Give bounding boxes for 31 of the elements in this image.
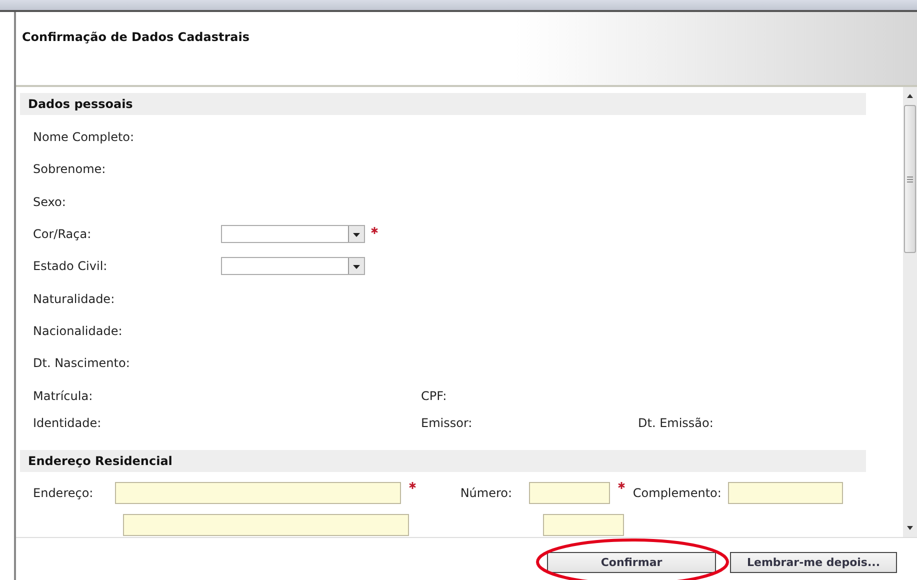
field-label: CPF: (421, 388, 448, 403)
field-label: Dt. Emissão: (638, 416, 714, 430)
field-label: Endereço: (33, 486, 94, 500)
section-title: Endereço Residencial (28, 454, 172, 468)
field-label: Dt. Nascimento: (33, 356, 131, 370)
scrollbar[interactable] (903, 87, 917, 537)
field-label: Matrícula: (33, 388, 94, 403)
field-label: Complemento: (632, 486, 722, 500)
scrollbar-thumb[interactable] (904, 105, 916, 253)
text-field[interactable] (543, 514, 624, 536)
dialog-title: Confirmação de Dados Cadastrais (22, 30, 250, 44)
field-label: Estado Civil: (33, 259, 108, 274)
field-label: Emissor: (421, 416, 474, 430)
field-label: Naturalidade: (33, 292, 116, 306)
field-label: Nacionalidade: (33, 324, 124, 338)
dropdown[interactable] (221, 257, 365, 276)
text-field[interactable] (728, 482, 844, 504)
field-label: Cor/Raça: (33, 227, 92, 242)
grip-icon (907, 176, 913, 182)
text-field[interactable] (123, 514, 409, 536)
dialog-button[interactable]: Confirmar (547, 552, 716, 572)
field-label: Sexo: (33, 194, 67, 209)
field-label: Identidade: (33, 416, 102, 430)
text-field[interactable] (528, 482, 610, 504)
text-field[interactable] (115, 482, 402, 504)
dropdown[interactable] (221, 225, 365, 244)
field-label: Número: (460, 486, 514, 500)
dialog-button[interactable]: Lembrar-me depois... (730, 552, 897, 572)
field-label: Sobrenome: (33, 162, 107, 176)
section-title: Dados pessoais (28, 97, 133, 111)
field-label: Nome Completo: (33, 130, 136, 144)
